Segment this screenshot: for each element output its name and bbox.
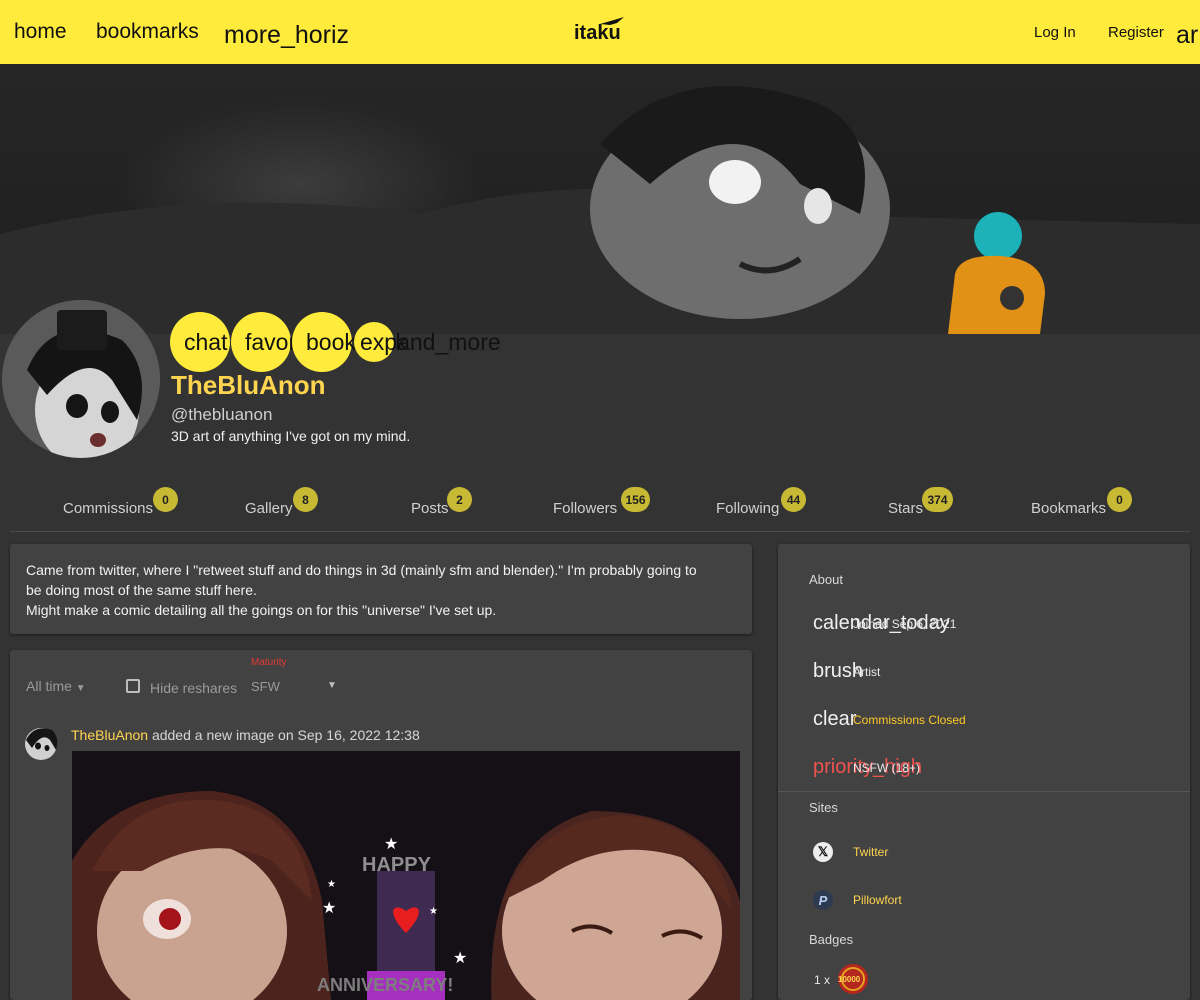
bookmark-button[interactable]: bookmark: [292, 312, 407, 372]
badge-text: 10000: [838, 975, 861, 984]
badges-heading: Badges: [809, 932, 854, 947]
sites-heading: Sites: [809, 800, 838, 815]
post-text: added a new image on Sep 16, 2022 12:38: [151, 727, 420, 743]
login-label: Log In: [1034, 23, 1076, 41]
svg-text:★: ★: [429, 906, 438, 917]
post-author-link[interactable]: TheBluAnon: [71, 727, 148, 743]
tab-count-badge: 44: [781, 487, 806, 512]
nav-bookmarks-button[interactable]: bookmarks: [96, 0, 199, 64]
tab-label: Bookmarks: [1031, 500, 1107, 517]
image-text-anniversary: ANNIVERSARY!: [317, 975, 453, 995]
time-filter-select[interactable]: All time ▼: [26, 678, 86, 694]
expand-more-icon: expand_more: [360, 329, 501, 355]
tab-count-badge: 2: [447, 487, 472, 512]
bio-card: Came from twitter, where I "retweet stuf…: [10, 544, 752, 634]
chat-button[interactable]: chat: [170, 312, 230, 372]
image-text-happy: HAPPY: [362, 854, 432, 876]
register-label: Register: [1108, 23, 1164, 41]
maturity-value: SFW: [251, 679, 280, 694]
maturity-select[interactable]: SFW ▼: [251, 672, 339, 698]
tab-label: Commissions: [63, 500, 154, 517]
joined-date: Joined Sep 6, 2021: [853, 617, 957, 631]
svg-text:★: ★: [327, 879, 336, 890]
tab-commissions[interactable]: Commissions: [63, 500, 153, 517]
tab-bookmarks[interactable]: Bookmarks: [1031, 500, 1106, 517]
role-label: Artist: [853, 665, 881, 679]
tabs-divider: [10, 531, 1190, 532]
nsfw-label: NSFW (18+): [853, 761, 921, 775]
tab-label: Posts: [411, 500, 449, 517]
bio-line: Might make a comic detailing all the goi…: [26, 602, 497, 618]
views-10000-badge-icon[interactable]: 10000: [834, 962, 872, 996]
top-bar: home bookmarks more_horiz itaku Log In R…: [0, 0, 1200, 64]
tab-label: Following: [716, 500, 780, 517]
time-filter-label: All time: [26, 678, 72, 694]
tab-count-badge: 156: [621, 487, 650, 512]
tab-label: Stars: [888, 500, 924, 517]
feed-card: All time ▼ Hide reshares Maturity SFW ▼ …: [10, 650, 752, 1000]
hide-reshares-label: Hide reshares: [150, 680, 238, 696]
profile-tagline: 3D art of anything I've got on my mind.: [171, 428, 411, 444]
home-icon: home: [14, 20, 67, 43]
expand-more-button[interactable]: expand_more: [354, 322, 501, 362]
anniversary-artwork: HAPPY ANNIVERSARY! ★ ★ ★ ★ ★: [72, 751, 740, 1000]
logo-text: itaku: [574, 22, 621, 44]
commissions-status: Commissions Closed: [853, 713, 966, 727]
post-image[interactable]: HAPPY ANNIVERSARY! ★ ★ ★ ★ ★: [72, 751, 740, 1000]
clear-icon: clear: [813, 708, 857, 730]
bio-line: Came from twitter, where I "retweet stuf…: [26, 562, 697, 578]
tab-label: Gallery: [245, 500, 293, 517]
tab-count-badge: 374: [922, 487, 953, 512]
chevron-down-icon: ▼: [75, 683, 86, 694]
tab-count-badge: 0: [153, 487, 178, 512]
profile-banner: [0, 64, 1200, 334]
tab-label: Followers: [553, 500, 618, 517]
tab-count-badge: 0: [1107, 487, 1132, 512]
hide-reshares-checkbox[interactable]: [126, 679, 140, 693]
post-header: TheBluAnon added a new image on Sep 16, …: [71, 727, 420, 743]
twitter-link[interactable]: Twitter: [853, 845, 888, 859]
sidebar-divider: [778, 791, 1190, 792]
tab-followers[interactable]: Followers: [553, 500, 617, 517]
account-icon-label: ar: [1176, 20, 1199, 49]
bio-line: be doing most of the same stuff here.: [26, 582, 257, 598]
display-name: TheBluAnon: [171, 370, 326, 400]
tab-count-badge: 8: [293, 487, 318, 512]
badge-count: 1 x: [814, 973, 831, 987]
tab-gallery[interactable]: Gallery: [245, 500, 293, 517]
more-horiz-icon: more_horiz: [224, 20, 350, 49]
tab-following[interactable]: Following: [716, 500, 779, 517]
account-icon[interactable]: ar: [1176, 3, 1198, 67]
user-handle: @thebluanon: [171, 405, 273, 424]
nav-home-button[interactable]: home: [14, 0, 67, 64]
itaku-logo[interactable]: itaku: [570, 14, 630, 48]
register-button[interactable]: Register: [1108, 0, 1164, 64]
svg-text:★: ★: [453, 950, 467, 967]
about-sidebar: About calendar_today Joined Sep 6, 2021 …: [778, 544, 1190, 1000]
post-author-avatar[interactable]: [22, 722, 60, 762]
tab-stars[interactable]: Stars: [888, 500, 923, 517]
nav-more-button[interactable]: more_horiz: [224, 3, 349, 67]
maturity-label: Maturity: [251, 657, 287, 668]
svg-text:★: ★: [384, 836, 398, 853]
favorite-button[interactable]: favorite: [231, 312, 320, 372]
avatar[interactable]: [2, 300, 160, 458]
avatar-image: [2, 300, 160, 458]
about-heading: About: [809, 572, 843, 587]
chat-icon: chat: [184, 329, 228, 355]
chevron-down-icon: ▼: [327, 680, 337, 691]
pillowfort-icon: P: [813, 890, 833, 910]
tab-posts[interactable]: Posts: [411, 500, 449, 517]
bookmarks-icon: bookmarks: [96, 20, 199, 43]
svg-text:★: ★: [322, 900, 336, 917]
login-button[interactable]: Log In: [1034, 0, 1076, 64]
twitter-x-icon: 𝕏: [813, 842, 833, 862]
pillowfort-link[interactable]: Pillowfort: [853, 893, 902, 907]
banner-artwork: [0, 86, 1200, 334]
